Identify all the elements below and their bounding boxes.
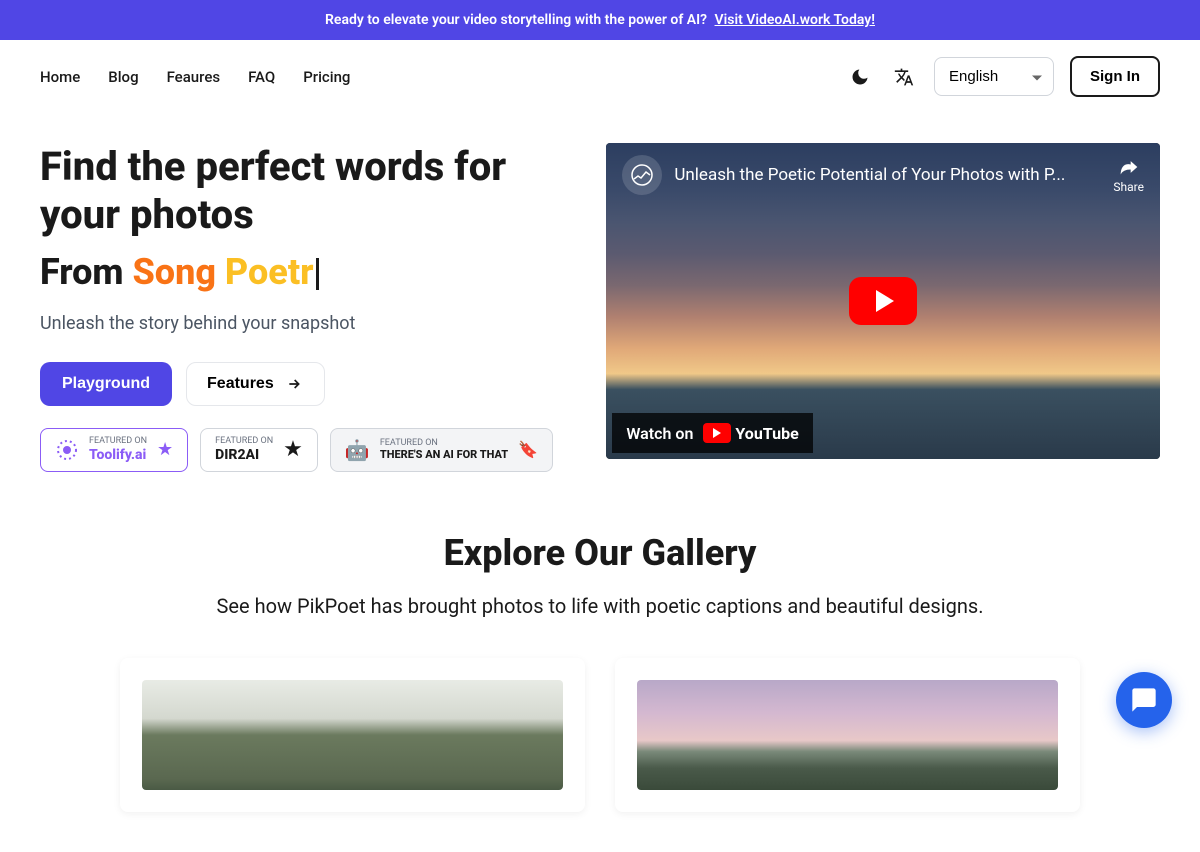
gallery-subtitle: See how PikPoet has brought photos to li…: [40, 594, 1160, 618]
hero-left: Find the perfect words for your photos F…: [40, 143, 566, 472]
badge-theresanai[interactable]: 🤖 FEATURED ON THERE'S AN AI FOR THAT 🔖: [330, 428, 553, 472]
robot-icon: 🤖: [345, 438, 370, 462]
moon-icon: [850, 67, 870, 87]
youtube-text: YouTube: [735, 424, 798, 443]
toolify-logo-icon: [55, 438, 79, 462]
channel-icon: [630, 163, 654, 187]
gallery-card[interactable]: [615, 658, 1080, 812]
gallery-card[interactable]: [120, 658, 585, 812]
gallery-section: Explore Our Gallery See how PikPoet has …: [0, 512, 1200, 852]
badge-brand: DIR2AI: [215, 447, 273, 463]
subtitle-from: From: [40, 251, 132, 293]
bookmark-icon: 🔖: [518, 440, 538, 459]
nav-links: Home Blog Feaures FAQ Pricing: [40, 68, 350, 86]
playground-button[interactable]: Playground: [40, 362, 172, 406]
youtube-logo: YouTube: [703, 423, 798, 443]
announcement-bar: Ready to elevate your video storytelling…: [0, 0, 1200, 40]
signin-button[interactable]: Sign In: [1070, 56, 1160, 97]
hero-buttons: Playground Features: [40, 362, 566, 406]
badges-row: FEATURED ON Toolify.ai ★ FEATURED ON DIR…: [40, 428, 566, 472]
hero-subtitle: From Song Poetr: [40, 251, 566, 293]
gallery-grid: [40, 658, 1160, 812]
badge-small: FEATURED ON: [215, 437, 273, 447]
language-select[interactable]: English: [934, 57, 1054, 96]
features-button[interactable]: Features: [186, 362, 325, 406]
video-top-bar: Unleash the Poetic Potential of Your Pho…: [606, 143, 1160, 207]
badge-toolify[interactable]: FEATURED ON Toolify.ai ★: [40, 428, 188, 472]
hero-tagline: Unleash the story behind your snapshot: [40, 313, 566, 334]
star-icon: ★: [157, 439, 173, 460]
gallery-image: [142, 680, 563, 790]
nav-home[interactable]: Home: [40, 68, 80, 86]
gallery-title: Explore Our Gallery: [40, 532, 1160, 574]
nav-right: English Sign In: [846, 56, 1160, 97]
watch-on-youtube[interactable]: Watch on YouTube: [612, 413, 812, 453]
nav-features[interactable]: Feaures: [167, 68, 221, 86]
gallery-image: [637, 680, 1058, 790]
announcement-link[interactable]: Visit VideoAI.work Today!: [715, 12, 875, 28]
hero-section: Find the perfect words for your photos F…: [0, 113, 1200, 512]
star-icon: ★: [283, 437, 303, 462]
badge-brand: Toolify.ai: [89, 447, 147, 463]
video-embed[interactable]: Unleash the Poetic Potential of Your Pho…: [606, 143, 1160, 459]
hero-title: Find the perfect words for your photos: [40, 143, 566, 239]
navbar: Home Blog Feaures FAQ Pricing English Si…: [0, 40, 1200, 113]
video-title[interactable]: Unleash the Poetic Potential of Your Pho…: [674, 165, 1101, 185]
nav-faq[interactable]: FAQ: [248, 68, 275, 86]
chat-widget[interactable]: [1116, 672, 1172, 728]
announcement-text: Ready to elevate your video storytelling…: [325, 12, 707, 28]
translate-button[interactable]: [890, 63, 918, 91]
features-button-label: Features: [207, 375, 274, 393]
play-button[interactable]: [849, 277, 917, 325]
share-button[interactable]: Share: [1113, 157, 1144, 194]
share-icon: [1117, 157, 1141, 177]
translate-icon: [894, 67, 914, 87]
channel-avatar[interactable]: [622, 155, 662, 195]
nav-blog[interactable]: Blog: [108, 68, 138, 86]
nav-pricing[interactable]: Pricing: [303, 68, 350, 86]
badge-dir2ai[interactable]: FEATURED ON DIR2AI ★: [200, 428, 318, 472]
dark-mode-toggle[interactable]: [846, 63, 874, 91]
subtitle-poetr: Poetr: [225, 251, 314, 293]
share-label: Share: [1113, 180, 1144, 194]
badge-small: FEATURED ON: [380, 439, 508, 449]
play-icon: [876, 290, 894, 312]
chat-icon: [1130, 686, 1158, 714]
arrow-right-icon: [284, 376, 304, 392]
badge-brand: THERE'S AN AI FOR THAT: [380, 448, 508, 461]
watch-on-label: Watch on: [626, 424, 693, 443]
subtitle-song: Song: [132, 251, 224, 293]
badge-small: FEATURED ON: [89, 437, 147, 447]
typing-cursor: [316, 258, 319, 290]
